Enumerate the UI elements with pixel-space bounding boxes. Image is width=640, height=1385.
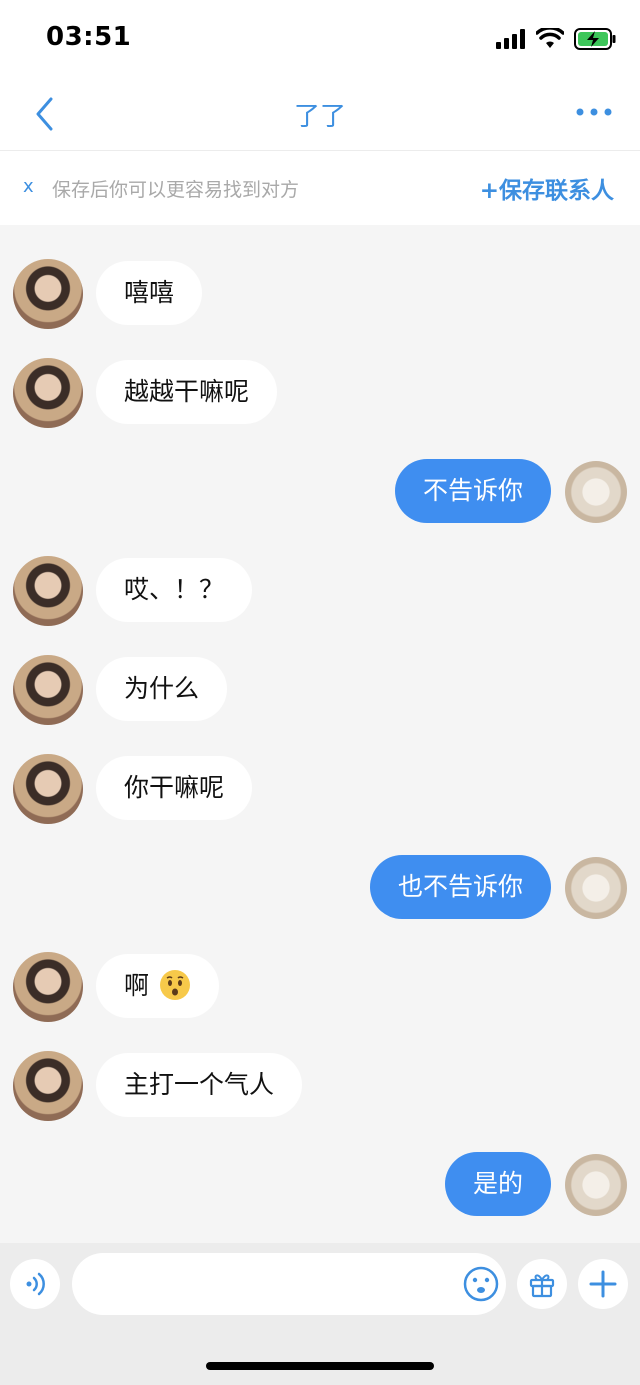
close-banner-button[interactable]: x [23,176,34,197]
contact-avatar[interactable] [13,556,83,626]
voice-button[interactable] [10,1259,60,1309]
gift-button[interactable] [517,1259,567,1309]
save-contact-button[interactable]: +保存联系人 [480,171,614,205]
message-row-outgoing: 是的 [0,1150,640,1220]
message-row-outgoing: 也不告诉你 [0,853,640,923]
my-avatar[interactable] [565,461,627,523]
incoming-message-bubble[interactable]: 越越干嘛呢 [96,360,278,424]
nav-bar: 了了 [0,78,640,151]
message-row-incoming: 主打一个气人 [0,1051,640,1121]
incoming-message-bubble[interactable]: 主打一个气人 [96,1053,303,1117]
message-input[interactable] [72,1253,506,1315]
contact-avatar[interactable] [13,952,83,1022]
message-text: 啊 [124,971,150,1000]
more-actions-button[interactable] [578,1259,628,1309]
more-options-icon[interactable] [574,100,614,124]
voice-icon [26,1272,45,1296]
contact-avatar[interactable] [13,259,83,329]
message-row-incoming: 越越干嘛呢 [0,358,640,428]
incoming-message-bubble[interactable]: 你干嘛呢 [96,756,253,820]
hushed-face-emoji-icon [159,970,190,1000]
outgoing-message-bubble[interactable]: 不告诉你 [394,459,551,523]
message-row-incoming: 嘻嘻 [0,259,640,329]
my-avatar[interactable] [565,857,627,919]
gift-icon [529,1274,555,1298]
outgoing-message-bubble[interactable]: 是的 [444,1152,551,1216]
chat-title: 了了 [293,102,346,132]
outgoing-message-bubble[interactable]: 也不告诉你 [369,855,551,919]
message-list[interactable]: 嘻嘻 越越干嘛呢 不告诉你 哎、！？ 为什么 你干嘛呢 也不告诉你 啊 主打一个… [0,225,640,1243]
incoming-message-bubble[interactable]: 嘻嘻 [96,261,203,325]
home-indicator[interactable] [206,1362,434,1370]
plus-icon [589,1270,617,1298]
status-time: 03:51 [46,22,132,52]
emoji-picker-icon[interactable] [462,1265,500,1303]
status-bar: 03:51 [0,0,640,78]
save-hint-text: 保存后你可以更容易找到对方 [52,179,300,201]
battery-charging-icon [574,28,616,50]
status-icons [496,26,616,52]
incoming-message-bubble[interactable]: 啊 [96,954,219,1018]
message-row-incoming: 哎、！？ [0,556,640,626]
contact-avatar[interactable] [13,1051,83,1121]
wifi-icon [536,28,564,48]
contact-avatar[interactable] [13,358,83,428]
contact-avatar[interactable] [13,754,83,824]
save-contact-banner: x 保存后你可以更容易找到对方 +保存联系人 [0,151,640,225]
input-bar [0,1243,640,1385]
message-row-incoming: 啊 [0,952,640,1022]
message-row-incoming: 为什么 [0,655,640,725]
my-avatar[interactable] [565,1154,627,1216]
message-row-outgoing: 不告诉你 [0,457,640,527]
signal-icon [496,29,525,49]
message-row-incoming: 你干嘛呢 [0,754,640,824]
contact-avatar[interactable] [13,655,83,725]
incoming-message-bubble[interactable]: 为什么 [96,657,228,721]
incoming-message-bubble[interactable]: 哎、！？ [96,558,253,622]
